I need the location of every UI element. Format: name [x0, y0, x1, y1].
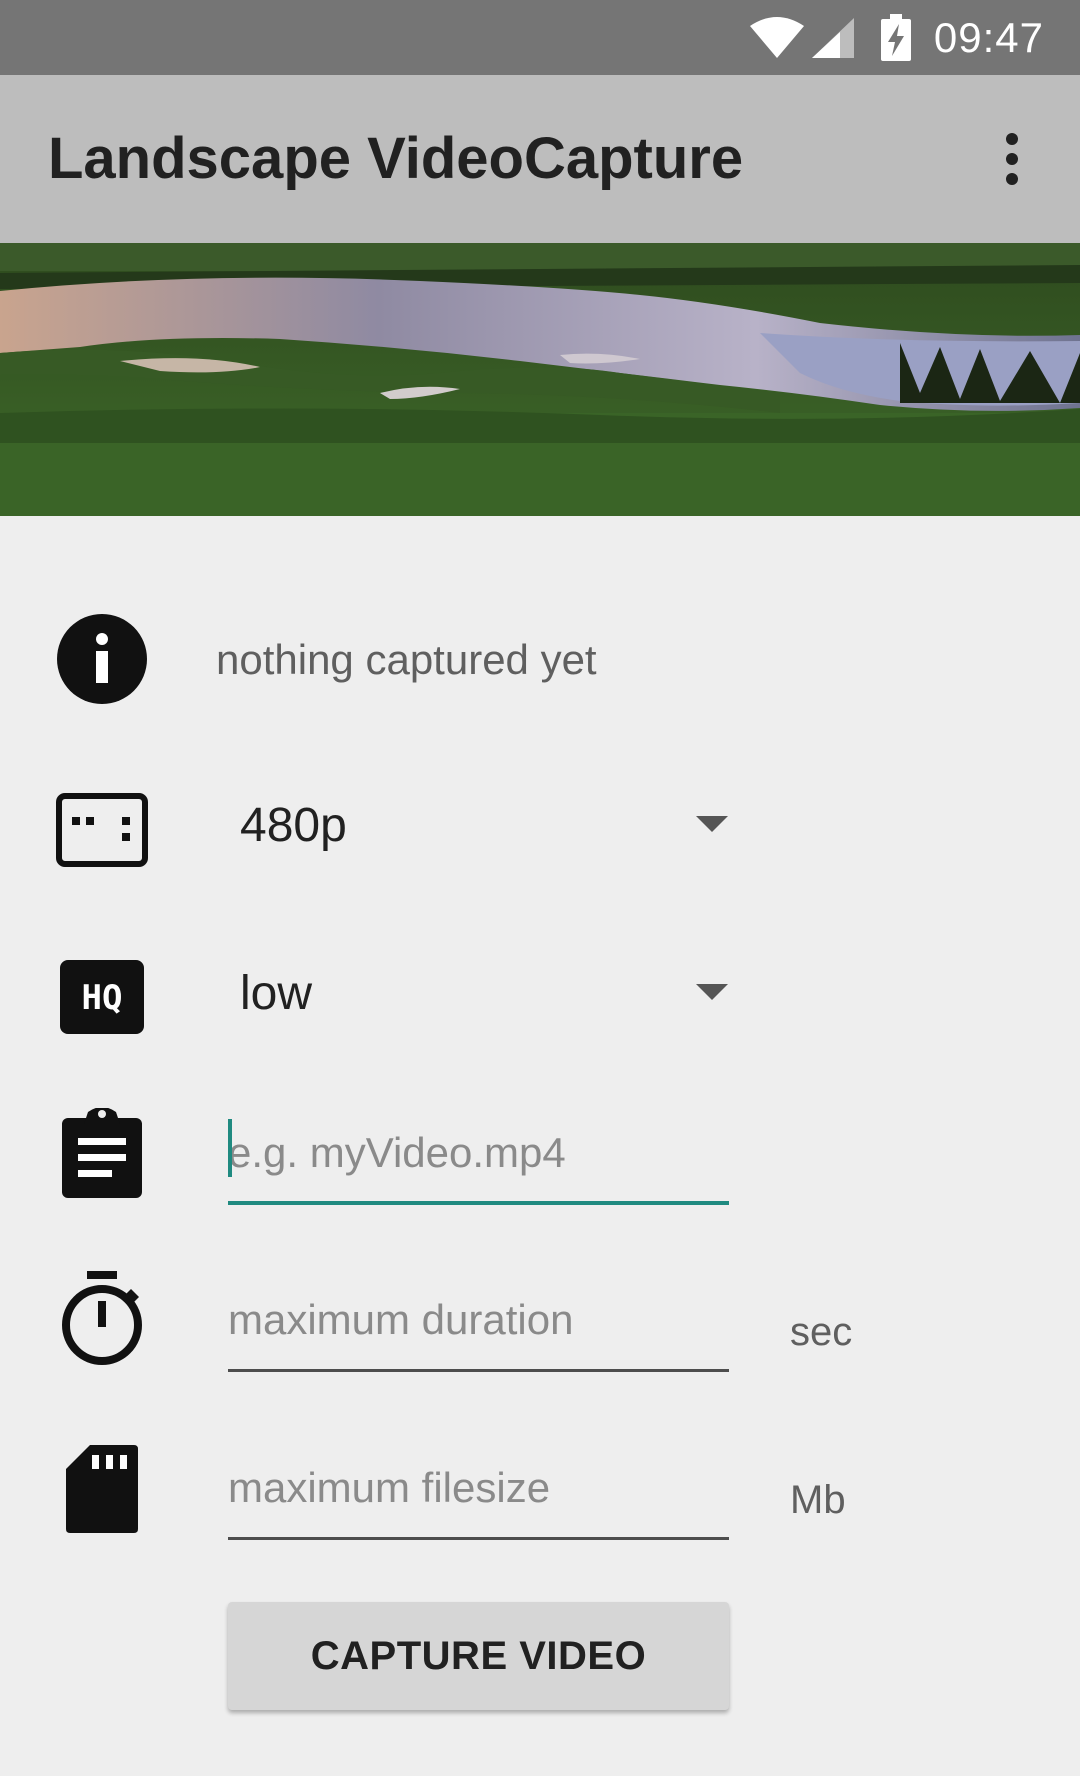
- filesize-field[interactable]: [228, 1440, 729, 1540]
- cell-signal-icon: [811, 17, 854, 58]
- status-bar: 09:47: [0, 0, 1080, 75]
- aspect-ratio-icon: [55, 783, 149, 877]
- duration-input[interactable]: [228, 1290, 729, 1350]
- hero-landscape-image: [0, 243, 1080, 516]
- capture-video-button[interactable]: CAPTURE VIDEO: [228, 1602, 729, 1710]
- resolution-spinner[interactable]: 480p: [228, 780, 738, 880]
- app-bar: Landscape VideoCapture: [0, 75, 1080, 243]
- clock: 09:47: [933, 13, 1044, 61]
- filename-field[interactable]: [228, 1105, 729, 1205]
- duration-row: sec: [0, 1271, 1080, 1372]
- hq-icon: HQ: [55, 950, 149, 1044]
- resolution-row: 480p: [0, 780, 1080, 880]
- filesize-unit: Mb: [790, 1478, 846, 1522]
- capture-status-text: nothing captured yet: [216, 636, 597, 683]
- filesize-row: Mb: [0, 1440, 1080, 1540]
- svg-text:HQ: HQ: [82, 978, 123, 1018]
- quality-value: low: [240, 967, 313, 1020]
- sd-card-icon: [55, 1442, 149, 1536]
- resolution-value: 480p: [240, 799, 347, 852]
- wifi-icon: [749, 16, 804, 58]
- more-vert-icon[interactable]: [972, 119, 1052, 199]
- dropdown-arrow-icon: [696, 816, 728, 832]
- duration-field[interactable]: [228, 1272, 729, 1372]
- clipboard-icon: [55, 1107, 149, 1201]
- quality-row: HQ low: [0, 948, 1080, 1048]
- timer-icon: [55, 1271, 149, 1366]
- filename-row: [0, 1105, 1080, 1205]
- info-row: nothing captured yet: [0, 612, 1080, 706]
- app-title: Landscape VideoCapture: [48, 126, 744, 191]
- quality-spinner[interactable]: low: [228, 948, 738, 1048]
- battery-charging-icon: [880, 13, 911, 61]
- dropdown-arrow-icon: [696, 984, 728, 1000]
- status-icons: 09:47: [748, 0, 1044, 75]
- text-cursor: [228, 1119, 232, 1177]
- filesize-input[interactable]: [228, 1458, 729, 1518]
- filename-input[interactable]: [228, 1123, 729, 1183]
- info-icon: [55, 612, 149, 706]
- duration-unit: sec: [790, 1310, 853, 1354]
